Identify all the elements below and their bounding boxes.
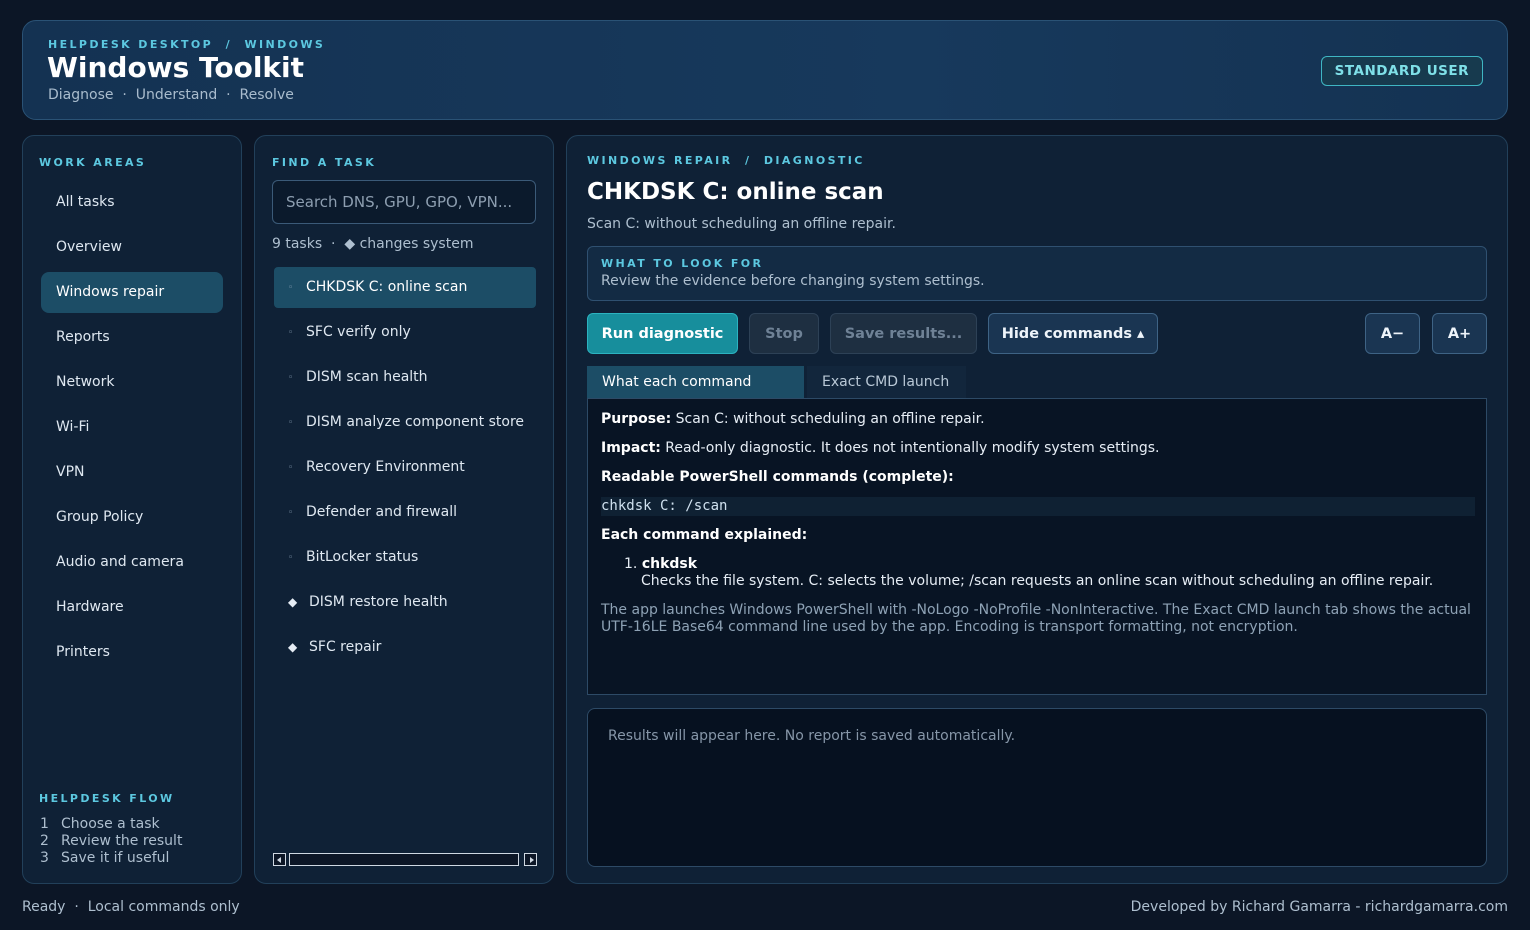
hide-commands-button[interactable]: Hide commands ▴	[988, 313, 1158, 354]
powershell-code-block: chkdsk C: /scan	[601, 497, 1475, 516]
task-panel: FIND A TASK 9 tasks · ◆ changes system ◦…	[254, 135, 554, 884]
tab-what-each-command-does[interactable]: What each command does	[587, 366, 804, 422]
flow-step-number: 2	[40, 833, 49, 849]
impact-line: Impact: Read-only diagnostic. It does no…	[601, 440, 1159, 456]
tab-exact-cmd-launch[interactable]: Exact CMD launch	[807, 366, 966, 398]
task-title: CHKDSK C: online scan	[587, 179, 884, 205]
task-item-label: Defender and firewall	[306, 504, 457, 520]
what-to-look-for-callout: WHAT TO LOOK FOR Review the evidence bef…	[587, 246, 1487, 301]
purpose-text: Scan C: without scheduling an offline re…	[671, 411, 985, 427]
read-only-marker-icon: ◦	[288, 553, 294, 563]
purpose-label: Purpose:	[601, 411, 672, 427]
task-item-label: SFC repair	[309, 639, 382, 655]
developer-credit: Developed by Richard Gamarra - richardga…	[1130, 899, 1508, 915]
sidebar-item-wifi[interactable]: Wi-Fi	[41, 407, 223, 448]
decrease-font-button[interactable]: A−	[1365, 313, 1420, 354]
task-item-recovery-environment[interactable]: ◦ Recovery Environment	[274, 447, 536, 488]
flow-step-label: Review the result	[61, 833, 183, 849]
impact-text: Read-only diagnostic. It does not intent…	[660, 440, 1160, 456]
task-list-horizontal-scrollbar[interactable]	[273, 853, 537, 867]
read-only-marker-icon: ◦	[288, 508, 294, 518]
sidebar-item-reports[interactable]: Reports	[41, 317, 223, 358]
flow-step: 2 Review the result	[40, 833, 182, 849]
task-item-label: BitLocker status	[306, 549, 419, 565]
detail-breadcrumb: WINDOWS REPAIR / DIAGNOSTIC	[587, 154, 865, 167]
task-item-dism-analyze[interactable]: ◦ DISM analyze component store	[274, 402, 536, 443]
flow-step-number: 1	[40, 816, 49, 832]
command-list-item: 1. chkdsk	[624, 556, 697, 572]
task-item-chkdsk-online-scan[interactable]: ◦ CHKDSK C: online scan	[274, 267, 536, 308]
task-item-sfc-repair[interactable]: ◆ SFC repair	[274, 627, 536, 668]
task-item-defender-firewall[interactable]: ◦ Defender and firewall	[274, 492, 536, 533]
sidebar-item-audio-camera[interactable]: Audio and camera	[41, 542, 223, 583]
read-only-marker-icon: ◦	[288, 463, 294, 473]
task-item-dism-scan-health[interactable]: ◦ DISM scan health	[274, 357, 536, 398]
command-name: chkdsk	[641, 556, 698, 572]
read-only-marker-icon: ◦	[288, 373, 294, 383]
read-only-marker-icon: ◦	[288, 283, 294, 293]
task-search-input[interactable]	[272, 180, 536, 224]
task-item-bitlocker-status[interactable]: ◦ BitLocker status	[274, 537, 536, 578]
flow-step: 3 Save it if useful	[40, 850, 169, 866]
flow-step-number: 3	[40, 850, 49, 866]
changes-system-diamond-icon: ◆	[288, 595, 298, 609]
sidebar-title: WORK AREAS	[39, 156, 147, 169]
read-only-marker-icon: ◦	[288, 418, 294, 428]
commands-heading-text: Readable PowerShell commands (complete):	[601, 469, 954, 485]
user-role-badge: STANDARD USER	[1320, 56, 1483, 86]
task-description: Scan C: without scheduling an offline re…	[587, 216, 896, 232]
scroll-right-arrow-icon[interactable]	[524, 853, 537, 866]
purpose-line: Purpose: Scan C: without scheduling an o…	[601, 411, 985, 427]
task-item-label: DISM restore health	[309, 594, 448, 610]
sidebar-item-overview[interactable]: Overview	[41, 227, 223, 268]
flow-step-label: Save it if useful	[61, 850, 170, 866]
save-results-button[interactable]: Save results...	[830, 313, 977, 354]
header-breadcrumb: HELPDESK DESKTOP / WINDOWS	[48, 38, 326, 51]
changes-system-diamond-icon: ◆	[288, 640, 298, 654]
task-item-dism-restore-health[interactable]: ◆ DISM restore health	[274, 582, 536, 623]
task-item-label: CHKDSK C: online scan	[306, 279, 468, 295]
command-number: 1.	[624, 556, 638, 572]
scrollbar-thumb[interactable]	[289, 853, 519, 866]
sidebar-item-vpn[interactable]: VPN	[41, 452, 223, 493]
task-panel-title: FIND A TASK	[272, 156, 377, 169]
run-diagnostic-button[interactable]: Run diagnostic	[587, 313, 738, 354]
task-item-sfc-verify[interactable]: ◦ SFC verify only	[274, 312, 536, 353]
app-header: HELPDESK DESKTOP / WINDOWS Windows Toolk…	[22, 20, 1508, 120]
task-item-label: DISM scan health	[306, 369, 428, 385]
task-count-legend: 9 tasks · ◆ changes system	[272, 236, 474, 252]
command-explanation: Checks the file system. C: selects the v…	[641, 573, 1434, 589]
encoding-note: The app launches Windows PowerShell with…	[601, 602, 1471, 635]
callout-text: Review the evidence before changing syst…	[601, 273, 985, 289]
sidebar-item-windows-repair[interactable]: Windows repair	[41, 272, 223, 313]
status-bar: Ready · Local commands only	[22, 899, 240, 915]
impact-label: Impact:	[601, 440, 661, 456]
sidebar-item-all-tasks[interactable]: All tasks	[41, 182, 223, 223]
task-detail-panel: WINDOWS REPAIR / DIAGNOSTIC CHKDSK C: on…	[566, 135, 1508, 884]
sidebar-item-hardware[interactable]: Hardware	[41, 587, 223, 628]
sidebar-item-network[interactable]: Network	[41, 362, 223, 403]
sidebar-item-group-policy[interactable]: Group Policy	[41, 497, 223, 538]
app-title: Windows Toolkit	[47, 51, 305, 84]
results-placeholder: Results will appear here. No report is s…	[608, 728, 1016, 744]
commands-heading: Readable PowerShell commands (complete):	[601, 469, 954, 485]
helpdesk-flow-title: HELPDESK FLOW	[39, 792, 175, 805]
app-subtitle: Diagnose · Understand · Resolve	[48, 87, 294, 103]
results-output-area[interactable]: Results will appear here. No report is s…	[587, 708, 1487, 867]
scroll-left-arrow-icon[interactable]	[273, 853, 286, 866]
read-only-marker-icon: ◦	[288, 328, 294, 338]
sidebar: WORK AREAS All tasks Overview Windows re…	[22, 135, 242, 884]
task-item-label: SFC verify only	[306, 324, 411, 340]
increase-font-button[interactable]: A+	[1432, 313, 1487, 354]
explained-heading: Each command explained:	[601, 527, 807, 543]
flow-step: 1 Choose a task	[40, 816, 160, 832]
sidebar-item-printers[interactable]: Printers	[41, 632, 223, 673]
callout-title: WHAT TO LOOK FOR	[601, 257, 764, 270]
explained-heading-text: Each command explained:	[601, 527, 808, 543]
flow-step-label: Choose a task	[61, 816, 160, 832]
task-item-label: DISM analyze component store	[306, 414, 525, 430]
command-explanation-document: Purpose: Scan C: without scheduling an o…	[587, 399, 1487, 695]
stop-button[interactable]: Stop	[749, 313, 819, 354]
task-item-label: Recovery Environment	[306, 459, 465, 475]
